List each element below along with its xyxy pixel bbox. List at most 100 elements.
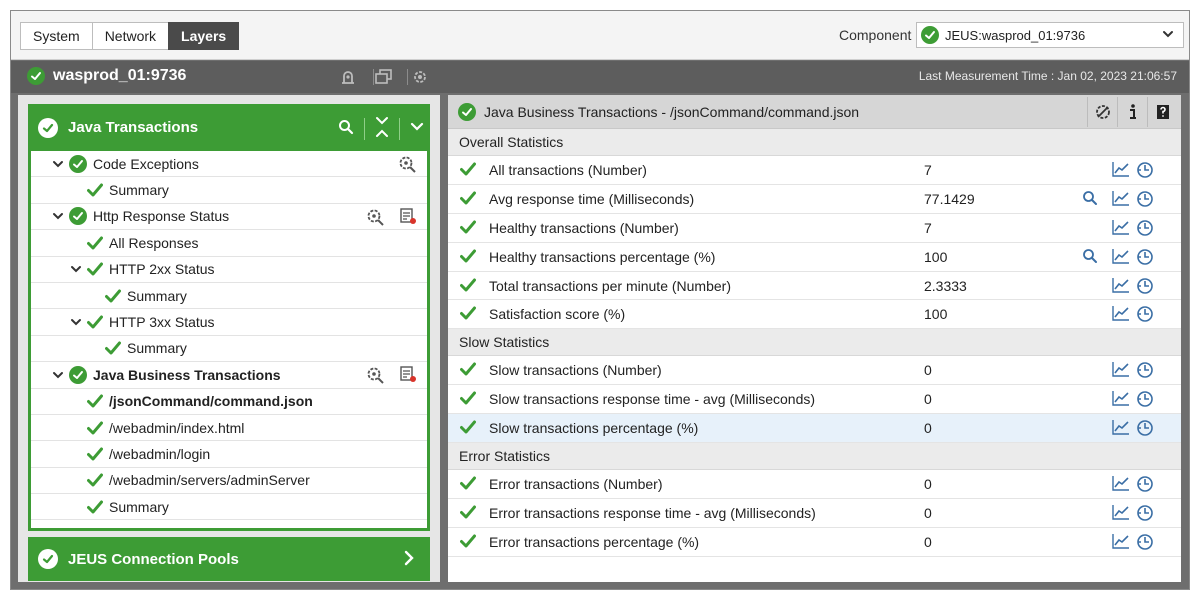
last-measurement-time: Last Measurement Time : Jan 02, 2023 21:… [918,69,1177,83]
tree-item[interactable]: HTTP 2xx Status [31,257,427,283]
detailed-diagnosis-icon[interactable] [1082,248,1098,264]
measure-row[interactable]: Total transactions per minute (Number) 2.… [448,272,1181,301]
component-select[interactable]: JEUS:wasprod_01:9736 [916,22,1184,48]
history-icon[interactable] [1136,361,1154,379]
history-icon[interactable] [1136,277,1154,295]
tree-item[interactable]: /webadmin/index.html [31,415,427,442]
chevron-down-icon[interactable] [69,316,83,328]
check-icon [87,262,103,276]
measure-row[interactable]: Slow transactions (Number) 0 [448,356,1181,386]
history-icon[interactable] [1136,390,1154,408]
tree-item[interactable]: Summary [31,336,427,363]
tab-layers[interactable]: Layers [168,22,240,50]
check-icon [105,341,121,355]
jeus-connection-pools-header[interactable]: JEUS Connection Pools [28,537,430,581]
tree-item[interactable]: /jsonCommand/command.json [31,389,427,415]
chevron-down-icon[interactable] [51,369,65,381]
graph-icon[interactable] [1112,361,1130,378]
tree-item[interactable]: HTTP 3xx Status [31,309,427,336]
measure-value: 2.3333 [924,277,967,294]
tab-network[interactable]: Network [91,22,170,50]
chevron-right-icon[interactable] [402,550,416,569]
tree-item[interactable]: /webadmin/login [31,441,427,468]
measure-row[interactable]: Slow transactions response time - avg (M… [448,385,1181,415]
java-transactions-header[interactable]: Java Transactions [28,104,430,151]
measure-row[interactable]: Error transactions percentage (%) 0 [448,528,1181,557]
graph-icon[interactable] [1112,504,1130,520]
tree-item[interactable]: Code Exceptions [31,151,427,178]
tree-item-label: HTTP 2xx Status [109,261,215,278]
graph-icon[interactable] [1112,419,1130,435]
measure-name: Satisfaction score (%) [489,306,626,323]
measure-row[interactable]: Avg response time (Milliseconds) 77.1429 [448,185,1181,214]
toolbar-divider [373,69,374,85]
graph-icon[interactable] [1112,277,1130,293]
measure-row[interactable]: All transactions (Number) 7 [448,156,1181,185]
measure-row[interactable]: Slow transactions percentage (%) 0 [448,414,1181,444]
configure-icon[interactable] [365,365,385,388]
configure-icon[interactable] [365,207,385,230]
history-icon[interactable] [1136,475,1154,493]
tree-item[interactable]: Java Business Transactions [31,362,427,389]
tree-item-label: Code Exceptions [93,155,199,172]
history-icon[interactable] [1136,419,1154,437]
check-icon [460,505,476,522]
history-icon[interactable] [1136,248,1154,266]
configure-icon[interactable] [1087,97,1117,127]
report-icon[interactable] [399,207,417,230]
info-icon[interactable] [1117,97,1147,127]
measure-row[interactable]: Healthy transactions (Number) 7 [448,214,1181,243]
detailed-diagnosis-icon[interactable] [1082,190,1098,206]
measure-row[interactable]: Healthy transactions percentage (%) 100 [448,243,1181,272]
help-icon[interactable] [1147,97,1177,127]
alarm-icon[interactable] [337,67,359,87]
section-header: Error Statistics [448,443,1181,471]
measure-row[interactable]: Error transactions (Number) 0 [448,470,1181,499]
graph-icon[interactable] [1112,161,1130,177]
chevron-down-icon[interactable] [51,210,65,222]
graph-icon[interactable] [1112,219,1130,235]
check-icon [105,289,121,303]
history-icon[interactable] [1136,533,1154,551]
check-icon [460,306,476,323]
tree-item[interactable]: /webadmin/servers/adminServer [31,468,427,495]
tree-item[interactable]: Summary [31,177,427,204]
graph-icon[interactable] [1112,390,1130,406]
status-ok-icon [38,117,58,138]
settings-icon[interactable] [409,67,431,87]
jeus-connection-pools-title: JEUS Connection Pools [68,550,239,568]
toolbar-divider [407,69,408,85]
check-icon [87,315,103,329]
chevron-down-icon[interactable] [410,120,424,137]
history-icon[interactable] [1136,161,1154,179]
measure-row[interactable]: Satisfaction score (%) 100 [448,300,1181,330]
tree-item-label: Summary [127,340,187,357]
windows-icon[interactable] [373,67,395,87]
collapse-all-icon[interactable] [375,116,389,141]
graph-icon[interactable] [1112,533,1130,549]
history-icon[interactable] [1136,190,1154,208]
tree-item-label: /jsonCommand/command.json [109,393,313,410]
tree-item[interactable]: Http Response Status [31,204,427,231]
search-icon[interactable] [338,119,354,138]
check-icon [460,220,476,237]
tree-item[interactable]: Summary [31,283,427,310]
history-icon[interactable] [1136,504,1154,522]
graph-icon[interactable] [1112,305,1130,322]
chevron-down-icon[interactable] [51,158,65,170]
configure-icon[interactable] [397,154,417,177]
tree-item[interactable]: All Responses [31,230,427,257]
graph-icon[interactable] [1112,190,1130,206]
measure-name: All transactions (Number) [489,162,647,178]
measure-value: 77.1429 [924,190,975,207]
tab-system[interactable]: System [20,22,93,50]
graph-icon[interactable] [1112,475,1130,491]
measure-name: Slow transactions response time - avg (M… [489,391,816,408]
tree-item[interactable]: Summary [31,494,427,521]
graph-icon[interactable] [1112,248,1130,264]
history-icon[interactable] [1136,219,1154,237]
measure-row[interactable]: Error transactions response time - avg (… [448,499,1181,528]
chevron-down-icon[interactable] [69,263,83,275]
history-icon[interactable] [1136,305,1154,323]
report-icon[interactable] [399,365,417,388]
